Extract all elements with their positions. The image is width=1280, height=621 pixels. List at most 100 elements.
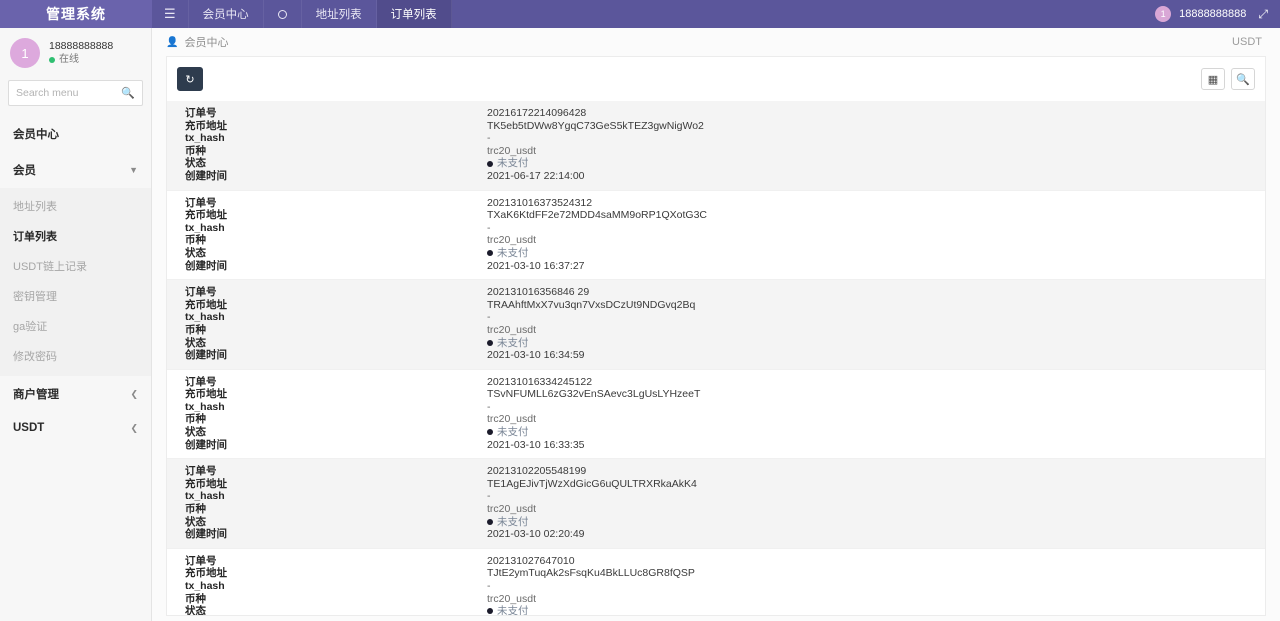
table-row[interactable]: 订单号充币地址tx_hash币种状态创建时间202131016334245122… <box>167 369 1265 459</box>
circle-icon <box>278 10 287 19</box>
breadcrumb: 👤 会员中心 USDT <box>152 28 1280 56</box>
search-icon: 🔍 <box>1236 73 1250 86</box>
brand-logo: 管理系统 <box>0 0 152 28</box>
top-nav-items: ☰ 会员中心 地址列表 订单列表 <box>152 0 452 28</box>
tab-order-list[interactable]: 订单列表 <box>377 0 452 28</box>
field-label-coin: 币种 <box>185 503 487 516</box>
row-label-column: 订单号充币地址tx_hash币种状态创建时间 <box>167 555 487 616</box>
fullscreen-icon[interactable]: ⤢ <box>1254 8 1272 20</box>
sidebar-item-key-management[interactable]: 密钥管理 <box>0 281 151 311</box>
columns-button[interactable]: ▦ <box>1201 68 1225 90</box>
table-row[interactable]: 订单号充币地址tx_hash币种状态创建时间202131027647010TJt… <box>167 548 1265 616</box>
status-label: 未支付 <box>497 605 529 616</box>
field-label-created-at: 创建时间 <box>185 170 487 183</box>
search-icon: 🔍 <box>121 87 135 100</box>
field-label-address: 充币地址 <box>185 478 487 491</box>
field-value-order-no: 202131027647010 <box>487 555 1265 568</box>
tab-address-list[interactable]: 地址列表 <box>302 0 377 28</box>
field-value-order-no: 20216172214096428 <box>487 107 1265 120</box>
field-label-tx-hash: tx_hash <box>185 132 487 145</box>
status-badge: 未支付 <box>487 157 1265 170</box>
sidebar-item-usdt-chain-records[interactable]: USDT链上记录 <box>0 251 151 281</box>
sidebar-item-member-center[interactable]: 会员中心 <box>0 116 151 152</box>
account-phone[interactable]: 18888888888 <box>1179 8 1246 20</box>
status-badge: 未支付 <box>487 247 1265 260</box>
field-value-tx-hash: - <box>487 132 1265 145</box>
field-label-order-no: 订单号 <box>185 197 487 210</box>
field-label-created-at: 创建时间 <box>185 528 487 541</box>
sidebar-avatar[interactable]: 1 <box>10 38 40 68</box>
sidebar-item-change-password[interactable]: 修改密码 <box>0 341 151 371</box>
sidebar-group-merchant-management[interactable]: 商户管理 ❮ <box>0 376 151 412</box>
status-label: 未支付 <box>497 247 529 260</box>
user-icon: 👤 <box>166 37 178 48</box>
tab-circle-button[interactable] <box>264 0 302 28</box>
hamburger-menu-button[interactable]: ☰ <box>152 0 189 28</box>
sidebar-item-address-list[interactable]: 地址列表 <box>0 191 151 221</box>
sidebar-item-ga-verify[interactable]: ga验证 <box>0 311 151 341</box>
row-value-column: 202131027647010TJtE2ymTuqAk2sFsqKu4BkLLU… <box>487 555 1265 616</box>
sidebar-user-block: 1 18888888888 在线 <box>0 28 151 80</box>
online-dot-icon <box>49 57 55 63</box>
status-badge: 未支付 <box>487 605 1265 616</box>
field-label-order-no: 订单号 <box>185 107 487 120</box>
row-label-column: 订单号充币地址tx_hash币种状态创建时间 <box>167 376 487 452</box>
sidebar-user-status: 在线 <box>49 53 113 67</box>
sidebar: 1 18888888888 在线 🔍 会员中心 会员 ▼ 地址列表 订单列表 U… <box>0 28 152 621</box>
field-value-created-at: 2021-03-10 16:34:59 <box>487 349 1265 362</box>
search-button[interactable]: 🔍 <box>1231 68 1255 90</box>
refresh-button[interactable]: ↻ <box>177 67 203 91</box>
status-dot-icon <box>487 161 493 167</box>
sidebar-group-member-label: 会员 <box>13 162 36 178</box>
status-label: 未支付 <box>497 337 529 350</box>
field-value-address: TXaK6KtdFF2e72MDD4saMM9oRP1QXotG3C <box>487 209 1265 222</box>
field-value-coin: trc20_usdt <box>487 593 1265 606</box>
sidebar-group-usdt[interactable]: USDT ❮ <box>0 412 151 444</box>
field-value-order-no: 20213102205548199 <box>487 465 1265 478</box>
row-label-column: 订单号充币地址tx_hash币种状态创建时间 <box>167 465 487 541</box>
table-row[interactable]: 订单号充币地址tx_hash币种状态创建时间202131016356846 29… <box>167 279 1265 369</box>
status-dot-icon <box>487 519 493 525</box>
search-box[interactable]: 🔍 <box>8 80 143 106</box>
field-value-address: TSvNFUMLL6zG32vEnSAevc3LgUsLYHzeeT <box>487 388 1265 401</box>
field-label-order-no: 订单号 <box>185 286 487 299</box>
breadcrumb-right-text: USDT <box>1232 36 1266 48</box>
main-content: 👤 会员中心 USDT ↻ ▦ 🔍 订单号充币地址tx_hash币种状态创建时间… <box>152 28 1280 621</box>
status-dot-icon <box>487 250 493 256</box>
chevron-left-icon: ❮ <box>130 423 138 434</box>
sidebar-item-order-list[interactable]: 订单列表 <box>0 221 151 251</box>
table-row[interactable]: 订单号充币地址tx_hash币种状态创建时间20213102205548199T… <box>167 458 1265 548</box>
field-label-coin: 币种 <box>185 413 487 426</box>
field-label-address: 充币地址 <box>185 388 487 401</box>
field-value-created-at: 2021-03-10 16:33:35 <box>487 439 1265 452</box>
field-label-address: 充币地址 <box>185 299 487 312</box>
field-value-created-at: 2021-06-17 22:14:00 <box>487 170 1265 183</box>
field-value-tx-hash: - <box>487 401 1265 414</box>
field-label-tx-hash: tx_hash <box>185 222 487 235</box>
field-value-coin: trc20_usdt <box>487 324 1265 337</box>
field-value-created-at: 2021-03-10 02:20:49 <box>487 528 1265 541</box>
table-row[interactable]: 订单号充币地址tx_hash币种状态创建时间20216172214096428T… <box>167 101 1265 190</box>
field-value-tx-hash: - <box>487 311 1265 324</box>
field-value-tx-hash: - <box>487 222 1265 235</box>
avatar[interactable]: 1 <box>1155 6 1171 22</box>
sidebar-group-usdt-label: USDT <box>13 422 44 434</box>
status-label: 未支付 <box>497 516 529 529</box>
field-value-address: TJtE2ymTuqAk2sFsqKu4BkLLUc8GR8fQSP <box>487 567 1265 580</box>
field-value-tx-hash: - <box>487 580 1265 593</box>
top-navbar: 管理系统 ☰ 会员中心 地址列表 订单列表 1 18888888888 ⤢ <box>0 0 1280 28</box>
field-value-coin: trc20_usdt <box>487 145 1265 158</box>
table-row[interactable]: 订单号充币地址tx_hash币种状态创建时间202131016373524312… <box>167 190 1265 280</box>
sidebar-user-meta: 18888888888 在线 <box>49 39 113 67</box>
row-value-column: 202131016373524312TXaK6KtdFF2e72MDD4saMM… <box>487 197 1265 273</box>
chevron-down-icon: ▼ <box>129 165 138 175</box>
tab-member-center[interactable]: 会员中心 <box>189 0 264 28</box>
field-label-created-at: 创建时间 <box>185 349 487 362</box>
field-label-status: 状态 <box>185 426 487 439</box>
field-label-tx-hash: tx_hash <box>185 580 487 593</box>
sidebar-group-member[interactable]: 会员 ▼ <box>0 152 151 188</box>
field-label-status: 状态 <box>185 337 487 350</box>
field-value-coin: trc20_usdt <box>487 413 1265 426</box>
status-badge: 未支付 <box>487 426 1265 439</box>
sidebar-menu: 会员中心 会员 ▼ 地址列表 订单列表 USDT链上记录 密钥管理 ga验证 修… <box>0 116 151 444</box>
